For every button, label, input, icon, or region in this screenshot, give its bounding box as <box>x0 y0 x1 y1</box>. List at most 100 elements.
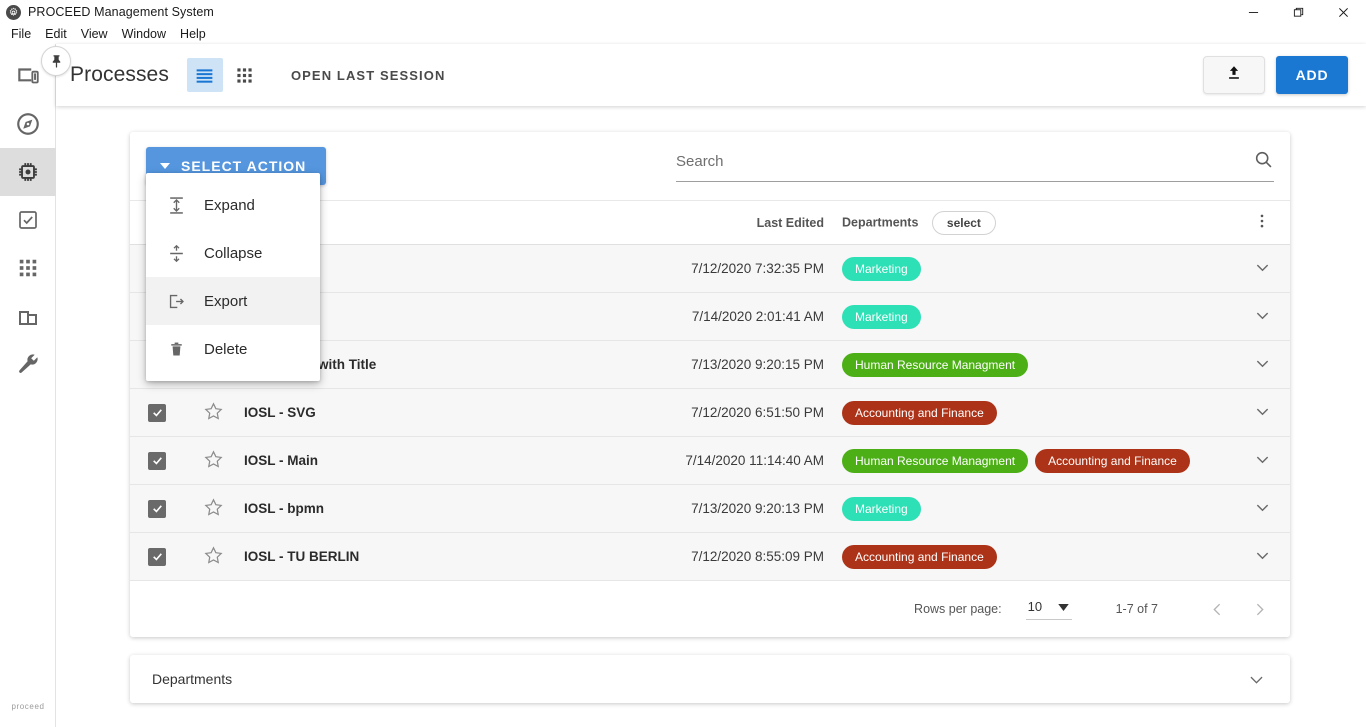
more-vertical-icon[interactable] <box>1253 212 1271 230</box>
page-toolbar: Processes OPEN LAST SESSION <box>56 44 1366 106</box>
menu-edit[interactable]: Edit <box>38 24 74 44</box>
upload-icon <box>1225 64 1243 87</box>
chevron-down-icon[interactable] <box>1253 546 1272 565</box>
department-chip[interactable]: Human Resource Managment <box>842 449 1028 473</box>
department-chip[interactable]: Marketing <box>842 305 921 329</box>
row-checkbox-cell[interactable] <box>130 485 184 533</box>
rows-per-page-value: 10 <box>1028 599 1042 614</box>
row-expand-cell[interactable] <box>1234 293 1290 341</box>
sidebar-item-explore[interactable] <box>0 100 56 148</box>
select-action-label: SELECT ACTION <box>181 158 306 174</box>
table-row[interactable]: IOSL - SVG 7/12/2020 6:51:50 PM Accounti… <box>130 389 1290 437</box>
department-chip[interactable]: Accounting and Finance <box>842 545 997 569</box>
department-chip[interactable]: Marketing <box>842 497 921 521</box>
proceed-logo: proceed <box>0 702 56 711</box>
menu-item-export[interactable]: Export <box>146 277 320 325</box>
chevron-down-icon[interactable] <box>1253 258 1272 277</box>
sidebar-item-departments[interactable] <box>0 292 56 340</box>
sidebar-item-settings[interactable] <box>0 340 56 388</box>
row-departments: Human Resource Managment Accounting and F… <box>824 437 1234 485</box>
upload-button[interactable] <box>1203 56 1265 94</box>
checkmark-icon[interactable] <box>148 500 166 518</box>
menu-view[interactable]: View <box>74 24 115 44</box>
chevron-down-icon[interactable] <box>1253 306 1272 325</box>
maximize-button[interactable] <box>1276 0 1321 24</box>
sidebar-item-processes[interactable] <box>0 148 56 196</box>
select-action-menu[interactable]: ExpandCollapse Export Delete <box>146 173 320 381</box>
checkmark-icon[interactable] <box>148 548 166 566</box>
search-icon[interactable] <box>1253 149 1274 178</box>
chevron-down-icon[interactable] <box>1253 498 1272 517</box>
sidebar-item-apps[interactable] <box>0 244 56 292</box>
chevron-down-icon[interactable] <box>1253 402 1272 421</box>
pagination-bar: Rows per page: 10 1-7 of 7 <box>130 581 1290 637</box>
header-last-edited[interactable]: Last Edited <box>644 201 824 245</box>
window-title: PROCEED Management System <box>28 5 214 19</box>
window-controls <box>1231 0 1366 24</box>
add-button[interactable]: ADD <box>1276 56 1348 94</box>
menu-window[interactable]: Window <box>115 24 173 44</box>
row-last-edited: 7/12/2020 6:51:50 PM <box>644 389 824 437</box>
departments-accordion-label: Departments <box>152 671 232 687</box>
table-row[interactable]: IOSL - TU BERLIN 7/12/2020 8:55:09 PM Ac… <box>130 533 1290 581</box>
row-expand-cell[interactable] <box>1234 533 1290 581</box>
menu-item-collapse[interactable]: Collapse <box>146 229 320 277</box>
row-expand-cell[interactable] <box>1234 341 1290 389</box>
menu-help[interactable]: Help <box>173 24 213 44</box>
chevron-down-icon[interactable] <box>1253 354 1272 373</box>
row-departments: Marketing <box>824 245 1234 293</box>
chevron-down-icon[interactable] <box>1247 670 1266 689</box>
department-chip[interactable]: Human Resource Managment <box>842 353 1028 377</box>
table-row[interactable]: IOSL - Main 7/14/2020 11:14:40 AM Human … <box>130 437 1290 485</box>
menu-item-label: Export <box>204 293 247 310</box>
rows-per-page-select[interactable]: 10 <box>1026 599 1072 620</box>
caret-down-icon <box>1058 599 1069 614</box>
departments-accordion[interactable]: Departments <box>130 655 1290 703</box>
search-input[interactable] <box>676 153 1253 174</box>
row-checkbox-cell[interactable] <box>130 533 184 581</box>
checkmark-icon[interactable] <box>148 404 166 422</box>
row-expand-cell[interactable] <box>1234 389 1290 437</box>
menu-item-delete[interactable]: Delete <box>146 325 320 373</box>
star-outline-icon[interactable] <box>203 497 224 518</box>
menu-file[interactable]: File <box>4 24 38 44</box>
open-last-session-button[interactable]: OPEN LAST SESSION <box>291 68 446 83</box>
star-outline-icon[interactable] <box>203 449 224 470</box>
row-last-edited: 7/14/2020 11:14:40 AM <box>644 437 824 485</box>
row-star-cell[interactable] <box>184 533 242 581</box>
prev-page-button[interactable] <box>1196 588 1238 630</box>
header-departments: Departments select <box>824 201 1234 245</box>
row-star-cell[interactable] <box>184 389 242 437</box>
row-expand-cell[interactable] <box>1234 485 1290 533</box>
row-expand-cell[interactable] <box>1234 245 1290 293</box>
row-star-cell[interactable] <box>184 437 242 485</box>
minimize-button[interactable] <box>1231 0 1276 24</box>
checkmark-icon[interactable] <box>148 452 166 470</box>
department-chip[interactable]: Accounting and Finance <box>1035 449 1190 473</box>
sidebar-item-tasks[interactable] <box>0 196 56 244</box>
row-departments: Human Resource Managment <box>824 341 1234 389</box>
menu-item-label: Delete <box>204 341 247 358</box>
table-row[interactable]: IOSL - bpmn 7/13/2020 9:20:13 PM Marketi… <box>130 485 1290 533</box>
menu-item-expand[interactable]: Expand <box>146 181 320 229</box>
row-last-edited: 7/13/2020 9:20:13 PM <box>644 485 824 533</box>
chevron-down-icon[interactable] <box>1253 450 1272 469</box>
star-outline-icon[interactable] <box>203 401 224 422</box>
pin-icon[interactable] <box>41 46 71 76</box>
next-page-button[interactable] <box>1238 588 1280 630</box>
row-checkbox-cell[interactable] <box>130 389 184 437</box>
row-star-cell[interactable] <box>184 485 242 533</box>
department-chip[interactable]: Accounting and Finance <box>842 401 997 425</box>
row-expand-cell[interactable] <box>1234 437 1290 485</box>
row-name: IOSL - Main <box>242 437 644 485</box>
star-outline-icon[interactable] <box>203 545 224 566</box>
department-chip[interactable]: Marketing <box>842 257 921 281</box>
grid-view-icon[interactable] <box>227 58 263 92</box>
left-rail: proceed <box>0 44 56 727</box>
expand-vertical-icon <box>166 196 186 215</box>
departments-select-button[interactable]: select <box>932 211 996 235</box>
row-checkbox-cell[interactable] <box>130 437 184 485</box>
list-view-icon[interactable] <box>187 58 223 92</box>
close-button[interactable] <box>1321 0 1366 24</box>
search-bar <box>676 146 1274 182</box>
